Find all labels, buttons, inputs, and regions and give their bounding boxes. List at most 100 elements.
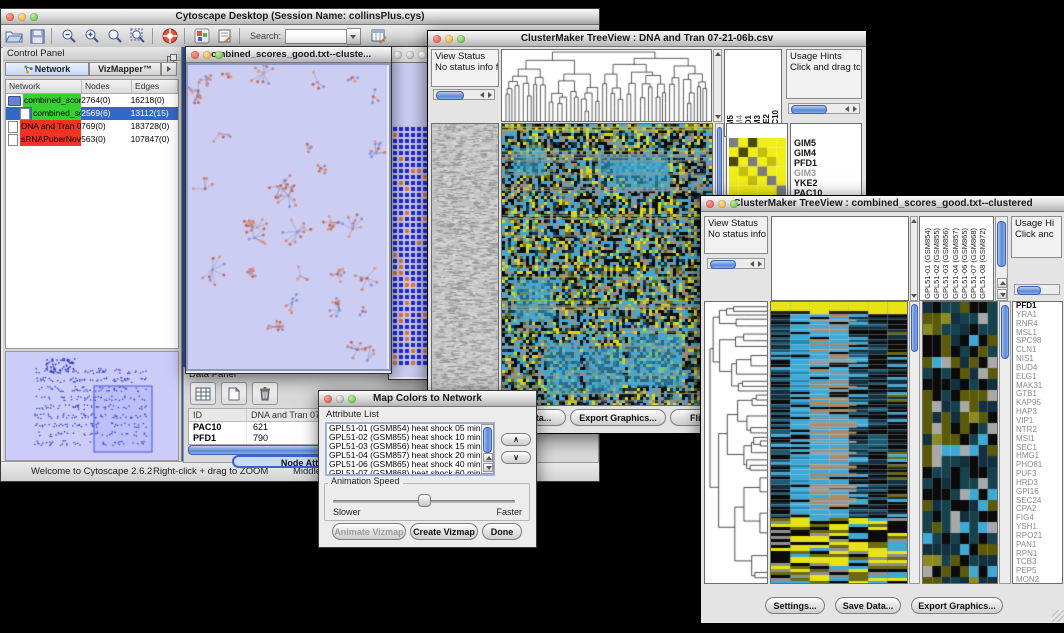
column-dendrogram-scrollbar[interactable]	[910, 216, 918, 301]
gene-label[interactable]: CLN1	[1016, 346, 1062, 355]
scroll-up-button[interactable]	[997, 278, 1007, 288]
row-dendrogram-panel[interactable]	[431, 123, 499, 406]
heatmap-canvas[interactable]	[771, 302, 907, 583]
gene-label[interactable]: PFD1	[1016, 302, 1062, 311]
gene-label[interactable]: GPI16	[1016, 488, 1062, 497]
gene-label[interactable]: ELG1	[1016, 373, 1062, 382]
maximize-icon[interactable]	[30, 13, 38, 21]
search-input[interactable]	[285, 29, 347, 44]
scroll-up-icon[interactable]	[715, 52, 721, 56]
gene-label[interactable]: YKE2	[794, 178, 861, 188]
zoom-in-icon[interactable]	[82, 27, 102, 45]
gene-label[interactable]: SEC24	[1016, 497, 1062, 506]
scroll-left-icon[interactable]	[480, 92, 484, 98]
scroll-down-icon[interactable]	[715, 115, 721, 119]
gene-label[interactable]: BUD4	[1016, 364, 1062, 373]
column-dendrogram-canvas[interactable]	[502, 50, 711, 121]
main-titlebar[interactable]: Cytoscape Desktop (Session Name: collins…	[1, 9, 599, 25]
column-dendrogram-panel[interactable]	[771, 216, 909, 301]
row-dendrogram-panel[interactable]	[704, 301, 768, 584]
column-label[interactable]: GPL51-04 (GSM857)	[951, 228, 960, 299]
move-down-button[interactable]: ∨	[501, 451, 531, 464]
gene-label[interactable]: TCB3	[1016, 558, 1062, 567]
close-icon[interactable]	[394, 51, 402, 59]
column-label[interactable]: GPL51-06 (GSM865)	[960, 228, 969, 299]
scrollbar-thumb[interactable]	[997, 221, 1006, 267]
search-dropdown-button[interactable]	[347, 28, 361, 45]
gene-label[interactable]: MSL1	[1016, 329, 1062, 338]
gene-label[interactable]: PHO81	[1016, 461, 1062, 470]
maximize-icon[interactable]	[457, 35, 465, 43]
scroll-right-icon[interactable]	[758, 261, 762, 267]
tab-vizmapper[interactable]: VizMapper™	[89, 62, 161, 76]
tab-overflow-button[interactable]	[161, 62, 177, 76]
gene-labels-panel[interactable]: PFD1YRA1RNR4MSL1SPC98CLN1NIS1BUD4ELG1MAK…	[1012, 301, 1063, 584]
attribute-editor-icon[interactable]	[369, 27, 389, 45]
gene-label[interactable]: HAP3	[1016, 408, 1062, 417]
maximize-icon[interactable]	[215, 51, 223, 59]
scroll-down-icon[interactable]	[911, 294, 917, 298]
column-header-network[interactable]: Network	[6, 80, 82, 93]
column-header-nodes[interactable]: Nodes	[82, 80, 132, 93]
birdseye-view[interactable]	[5, 351, 179, 461]
minimize-icon[interactable]	[203, 51, 211, 59]
heatmap-scrollbar[interactable]	[909, 301, 920, 584]
search-combobox[interactable]	[285, 28, 361, 45]
animate-vizmap-button[interactable]: Animate Vizmap	[332, 523, 406, 540]
heatmap-zoom-panel[interactable]	[922, 301, 998, 584]
delete-attribute-icon[interactable]	[252, 382, 278, 405]
gene-label[interactable]: HRD3	[1016, 479, 1062, 488]
minimize-icon[interactable]	[445, 35, 453, 43]
help-lifering-icon[interactable]	[160, 27, 180, 45]
vizmapper-icon[interactable]	[192, 27, 212, 45]
close-icon[interactable]	[706, 200, 714, 208]
minimize-icon[interactable]	[718, 200, 726, 208]
usage-hints-scrollbar[interactable]	[1014, 284, 1060, 295]
column-header-edges[interactable]: Edges	[132, 80, 178, 93]
treeview-button[interactable]: Export Graphics...	[570, 409, 666, 426]
scroll-right-icon[interactable]	[853, 106, 857, 112]
treeview-button[interactable]: Settings...	[765, 597, 825, 614]
gene-label[interactable]: VIP1	[1016, 417, 1062, 426]
column-label[interactable]: GPL51-02 (GSM855)	[932, 228, 941, 299]
zoom-out-icon[interactable]	[59, 27, 79, 45]
column-label[interactable]: GPL51-01 (GSM854)	[923, 228, 932, 299]
heatmap-zoom-canvas[interactable]	[923, 302, 997, 583]
heatmap-canvas[interactable]	[502, 124, 712, 405]
column-header-id[interactable]: ID	[189, 409, 247, 421]
zoom-scrollbar[interactable]	[999, 301, 1011, 584]
network-tree-row[interactable]: DNA and Tran 07769(0)183728(0)	[6, 120, 178, 133]
gene-label[interactable]: PAN1	[1016, 541, 1062, 550]
zoom-selected-icon[interactable]	[105, 27, 125, 45]
column-labels-panel[interactable]: GPL51-01 (GSM854)GPL51-02 (GSM855)GPL51-…	[919, 216, 994, 301]
heatmap-global-panel[interactable]	[770, 301, 908, 584]
column-label[interactable]: GPL51-03 (GSM856)	[941, 228, 950, 299]
gene-label[interactable]: CPA2	[1016, 505, 1062, 514]
scroll-down-button[interactable]	[483, 463, 493, 472]
network-window-titlebar[interactable]: combined_scores_good.txt--cluste...	[186, 47, 391, 63]
scroll-right-icon[interactable]	[488, 92, 492, 98]
gene-label[interactable]: SEC1	[1016, 444, 1062, 453]
gene-label[interactable]: RPN1	[1016, 550, 1062, 559]
maximize-icon[interactable]	[730, 200, 738, 208]
birdseye-canvas[interactable]	[6, 352, 178, 460]
column-labels-scrollbar[interactable]	[995, 216, 1008, 301]
column-dendrogram-panel[interactable]	[501, 49, 712, 122]
gene-label[interactable]: NTR2	[1016, 426, 1062, 435]
tab-network[interactable]: Network	[5, 62, 89, 76]
gene-label[interactable]: MSI1	[1016, 435, 1062, 444]
network-table-header[interactable]: Network Nodes Edges	[6, 80, 178, 94]
column-dendrogram-scrollbar[interactable]	[713, 49, 722, 122]
column-label[interactable]: GPL51-07 (GSM868)	[969, 228, 978, 299]
attribute-list[interactable]: GPL51-01 (GSM854) heat shock 05 minGPL51…	[325, 422, 495, 476]
scroll-down-button[interactable]	[997, 289, 1007, 299]
close-icon[interactable]	[191, 51, 199, 59]
network-tree-row[interactable]: combined_scores2764(0)16218(0)	[6, 94, 178, 107]
scrollbar-thumb[interactable]	[1001, 305, 1009, 359]
gene-label[interactable]: GIM3	[794, 168, 861, 178]
network-tree-row[interactable]: sRNAPuberNov2+563(0)107847(0)	[6, 133, 178, 146]
gene-label[interactable]: SPC98	[1016, 337, 1062, 346]
scrollbar-thumb[interactable]	[483, 427, 492, 453]
close-icon[interactable]	[324, 395, 332, 403]
scrollbar-thumb[interactable]	[436, 91, 464, 100]
